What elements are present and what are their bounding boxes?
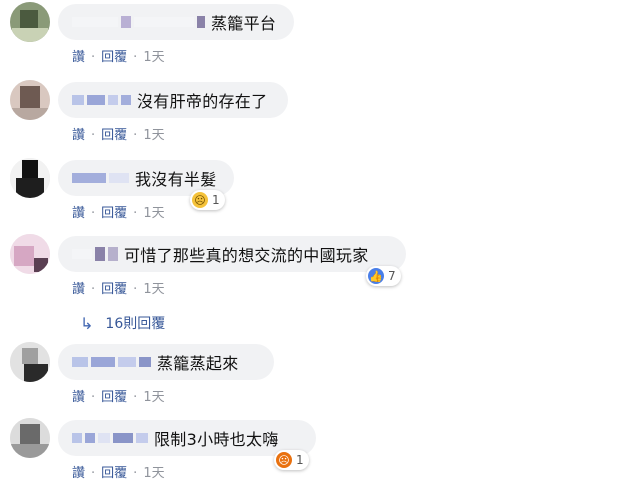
comment-text: 蒸籠蒸起來 <box>157 354 239 373</box>
avatar[interactable] <box>10 342 50 382</box>
commenter-name[interactable] <box>72 357 151 367</box>
like-link[interactable]: 讚 <box>72 128 85 143</box>
comment-text: 蒸籠平台 <box>211 14 277 33</box>
comment-text: 沒有肝帝的存在了 <box>137 92 268 111</box>
commenter-name[interactable] <box>72 247 118 261</box>
comment-actions: 讚 · 回覆 · 1天 <box>72 206 165 221</box>
comment-actions: 讚 · 回覆 · 1天 <box>72 50 165 65</box>
reaction-count-value: 1 <box>212 193 220 207</box>
comment-text: 限制3小時也太嗨 <box>154 430 279 449</box>
timestamp[interactable]: 1天 <box>143 390 164 405</box>
commenter-name[interactable] <box>72 16 205 28</box>
commenter-name[interactable] <box>72 433 148 443</box>
replies-label: 16則回覆 <box>105 316 166 332</box>
reply-link[interactable]: 回覆 <box>101 206 127 221</box>
avatar[interactable] <box>10 2 50 42</box>
avatar[interactable] <box>10 158 50 198</box>
reply-link[interactable]: 回覆 <box>101 128 127 143</box>
timestamp[interactable]: 1天 <box>143 206 164 221</box>
like-link[interactable]: 讚 <box>72 50 85 65</box>
comment-actions: 讚 · 回覆 · 1天 <box>72 128 165 143</box>
comment-text: 可惜了那些真的想交流的中國玩家 <box>124 246 369 265</box>
timestamp[interactable]: 1天 <box>143 282 164 297</box>
comment-actions: 讚 · 回覆 · 1天 <box>72 390 165 405</box>
comment-bubble: 可惜了那些真的想交流的中國玩家 <box>58 236 406 272</box>
comment-bubble: 沒有肝帝的存在了 <box>58 82 288 118</box>
timestamp[interactable]: 1天 <box>143 50 164 65</box>
commenter-name[interactable] <box>72 173 129 183</box>
like-link[interactable]: 讚 <box>72 466 85 481</box>
like-link[interactable]: 讚 <box>72 390 85 405</box>
comment-bubble: 限制3小時也太嗨 <box>58 420 316 456</box>
reply-link[interactable]: 回覆 <box>101 390 127 405</box>
reaction-count[interactable]: ☹ 1 <box>274 450 309 470</box>
avatar[interactable] <box>10 418 50 458</box>
reply-link[interactable]: 回覆 <box>101 466 127 481</box>
reaction-count-value: 7 <box>388 269 396 283</box>
reply-link[interactable]: 回覆 <box>101 282 127 297</box>
reply-arrow-icon: ↳ <box>80 313 94 333</box>
avatar[interactable] <box>10 80 50 120</box>
comment-text: 我沒有半髮 <box>135 170 217 189</box>
timestamp[interactable]: 1天 <box>143 128 164 143</box>
comment-actions: 讚 · 回覆 · 1天 <box>72 282 165 297</box>
like-link[interactable]: 讚 <box>72 206 85 221</box>
timestamp[interactable]: 1天 <box>143 466 164 481</box>
reply-link[interactable]: 回覆 <box>101 50 127 65</box>
view-replies-link[interactable]: ↳ 16則回覆 <box>80 313 165 333</box>
reaction-count[interactable]: 👍 7 <box>366 266 401 286</box>
angry-icon: ☹ <box>276 452 292 468</box>
like-icon: 👍 <box>368 268 384 284</box>
comment-bubble: 蒸籠平台 <box>58 4 294 40</box>
commenter-name[interactable] <box>72 95 131 105</box>
like-link[interactable]: 讚 <box>72 282 85 297</box>
reaction-count-value: 1 <box>296 453 304 467</box>
comment-actions: 讚 · 回覆 · 1天 <box>72 466 165 481</box>
avatar[interactable] <box>10 234 50 274</box>
comment-bubble: 蒸籠蒸起來 <box>58 344 274 380</box>
sad-icon: ☹ <box>192 192 208 208</box>
reaction-count[interactable]: ☹ 1 <box>190 190 225 210</box>
